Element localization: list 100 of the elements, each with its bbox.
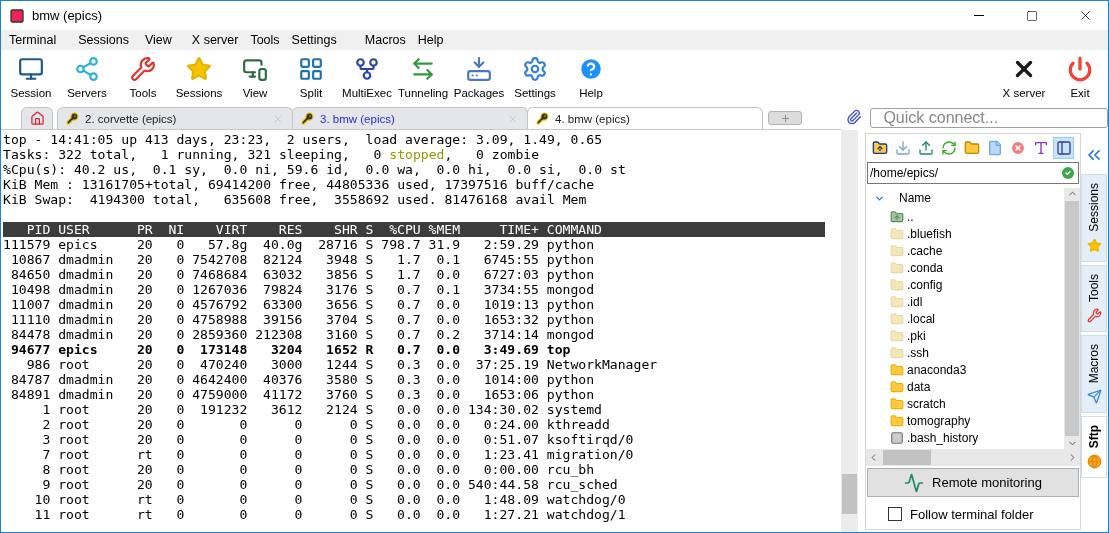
table-cell-text: 20 (135, 432, 153, 447)
new-tab-button[interactable] (768, 111, 802, 125)
app-icon (9, 7, 25, 24)
menu-item[interactable]: Settings (285, 33, 343, 47)
file-item[interactable]: .idl (874, 293, 1064, 310)
toolbar-button[interactable]: Tools (115, 50, 171, 105)
table-cell-text: 0.0 (435, 342, 461, 357)
file-item[interactable]: .conda (874, 259, 1064, 276)
file-item[interactable]: scratch (874, 395, 1064, 412)
table-cell-text: python (546, 252, 596, 267)
table-cell-text: python (546, 267, 596, 282)
column-header: %CPU (388, 222, 421, 237)
toolbar-button[interactable]: Session (3, 50, 59, 105)
toolbar-button[interactable]: Tunneling (395, 50, 451, 105)
table-cell-text: 0 (175, 237, 185, 252)
table-cell-text: 0 (348, 447, 358, 462)
table-cell-text: 11110 (9, 312, 51, 327)
file-item[interactable]: data (874, 378, 1064, 395)
file-item[interactable]: .ssh (874, 344, 1064, 361)
table-cell-text: 0:00.00 (482, 462, 539, 477)
maximize-icon (1026, 9, 1038, 22)
table-cell-text: 0.7 (396, 327, 421, 342)
toolbar-button[interactable]: Packages (451, 50, 507, 105)
table-cell-text: 0 (175, 417, 185, 432)
session-tab[interactable]: 2. corvette (epics) (57, 107, 293, 129)
paperclip-icon[interactable] (846, 109, 863, 125)
toolbar-button[interactable]: Sessions (171, 50, 227, 105)
table-cell-text: 0.0 (396, 402, 421, 417)
panel-icon[interactable] (1053, 137, 1074, 159)
path-field[interactable]: /home/epics/ (867, 162, 1079, 184)
toolbar-button[interactable]: X server (996, 50, 1052, 105)
menu-item[interactable]: Help (411, 33, 450, 47)
table-cell-text: root (58, 447, 91, 462)
scrollbar[interactable] (1064, 188, 1080, 449)
table-cell-text: 0.0 (396, 432, 421, 447)
table-cell-text: 84478 (9, 327, 51, 342)
table-cell-text: 3:49.69 (482, 342, 539, 357)
column-header: TIME+ (498, 222, 539, 237)
table-cell-text: dmadmin (58, 297, 115, 312)
name-column-header[interactable]: Name (899, 191, 931, 205)
file-item[interactable]: .bash_history (874, 429, 1064, 446)
table-cell-text: 0.0 (396, 507, 421, 522)
side-tab[interactable]: Sessions (1081, 174, 1107, 262)
file-item[interactable]: .cache (874, 242, 1064, 259)
table-cell: S (365, 282, 374, 297)
file-item[interactable]: .bluefish (874, 225, 1064, 242)
table-cell-text: 0:51.07 (482, 432, 539, 447)
session-tab[interactable]: 4. bmw (epics) (527, 107, 763, 129)
quick-connect-field[interactable]: Quick connect... (870, 108, 1108, 128)
home-tab[interactable] (21, 107, 53, 129)
file-item[interactable]: anaconda3 (874, 361, 1064, 378)
side-tab[interactable]: Sftp (1081, 416, 1107, 479)
table-cell-text: 82124 (262, 252, 303, 267)
file-item[interactable]: .local (874, 310, 1064, 327)
scrollbar[interactable] (866, 449, 1080, 466)
toolbar-button[interactable]: Split (283, 50, 339, 105)
file-item[interactable]: .. (874, 208, 1064, 225)
table-cell-text: 3948 (325, 252, 358, 267)
table-cell-text: 2124 (325, 402, 358, 417)
table-cell-text: 0 (238, 447, 248, 462)
menu-item[interactable]: View (139, 33, 178, 47)
table-cell: 4576792 (192, 297, 248, 312)
table-cell-text: dmadmin (58, 312, 115, 327)
table-cell-text: 94677 (9, 342, 51, 357)
toolbar-button[interactable]: Servers (59, 50, 115, 105)
toolbar-button[interactable]: View (227, 50, 283, 105)
toolbar-button[interactable]: Help (563, 50, 619, 105)
table-cell: 31.9 (428, 237, 461, 252)
table-cell-text: watchdog/0 (546, 492, 627, 507)
drive-icon (466, 56, 492, 82)
side-tab[interactable]: Tools (1081, 264, 1107, 332)
side-tab[interactable]: Macros (1081, 334, 1107, 414)
table-cell-text: 10867 (9, 252, 51, 267)
table-cell-text: 0 (175, 327, 185, 342)
toolbar-button[interactable]: Settings (507, 50, 563, 105)
table-cell: 4642400 (192, 372, 248, 387)
file-item[interactable]: .pki (874, 327, 1064, 344)
terminal-line: KiB Mem : 13161705+total, 69414200 free, 44805336 used, 17397516 buff/cache (3, 177, 596, 192)
follow-checkbox[interactable]: Follow terminal folder (866, 499, 1080, 529)
table-cell-text: 3580 (325, 372, 358, 387)
file-item[interactable]: .config (874, 276, 1064, 293)
column-header: COMMAND (546, 222, 603, 237)
table-cell-text: 1014:00 (482, 372, 539, 387)
scrollbar[interactable] (841, 130, 858, 532)
table-cell-text: 0.0 (435, 507, 461, 522)
session-tab[interactable]: 3. bmw (epics) (292, 107, 528, 129)
table-cell-text: 0.0 (435, 447, 461, 462)
menu-item[interactable]: Terminal (3, 33, 63, 47)
menu-item[interactable]: Sessions (72, 33, 135, 47)
toolbar-button[interactable]: Exit (1052, 50, 1108, 105)
menu-item[interactable]: Tools (244, 33, 286, 47)
table-cell: S (365, 462, 374, 477)
toolbar-button[interactable]: MultiExec (339, 50, 395, 105)
table-cell-text: 37:25.19 (474, 357, 539, 372)
file-item[interactable]: tomography (874, 412, 1064, 429)
remote-monitoring-button[interactable]: Remote monitoring (867, 468, 1079, 497)
table-cell-text: dmadmin (58, 282, 115, 297)
table-cell-text: 0.1 (435, 252, 461, 267)
menu-item[interactable]: X server (185, 33, 245, 47)
menu-item[interactable]: Macros (358, 33, 412, 47)
